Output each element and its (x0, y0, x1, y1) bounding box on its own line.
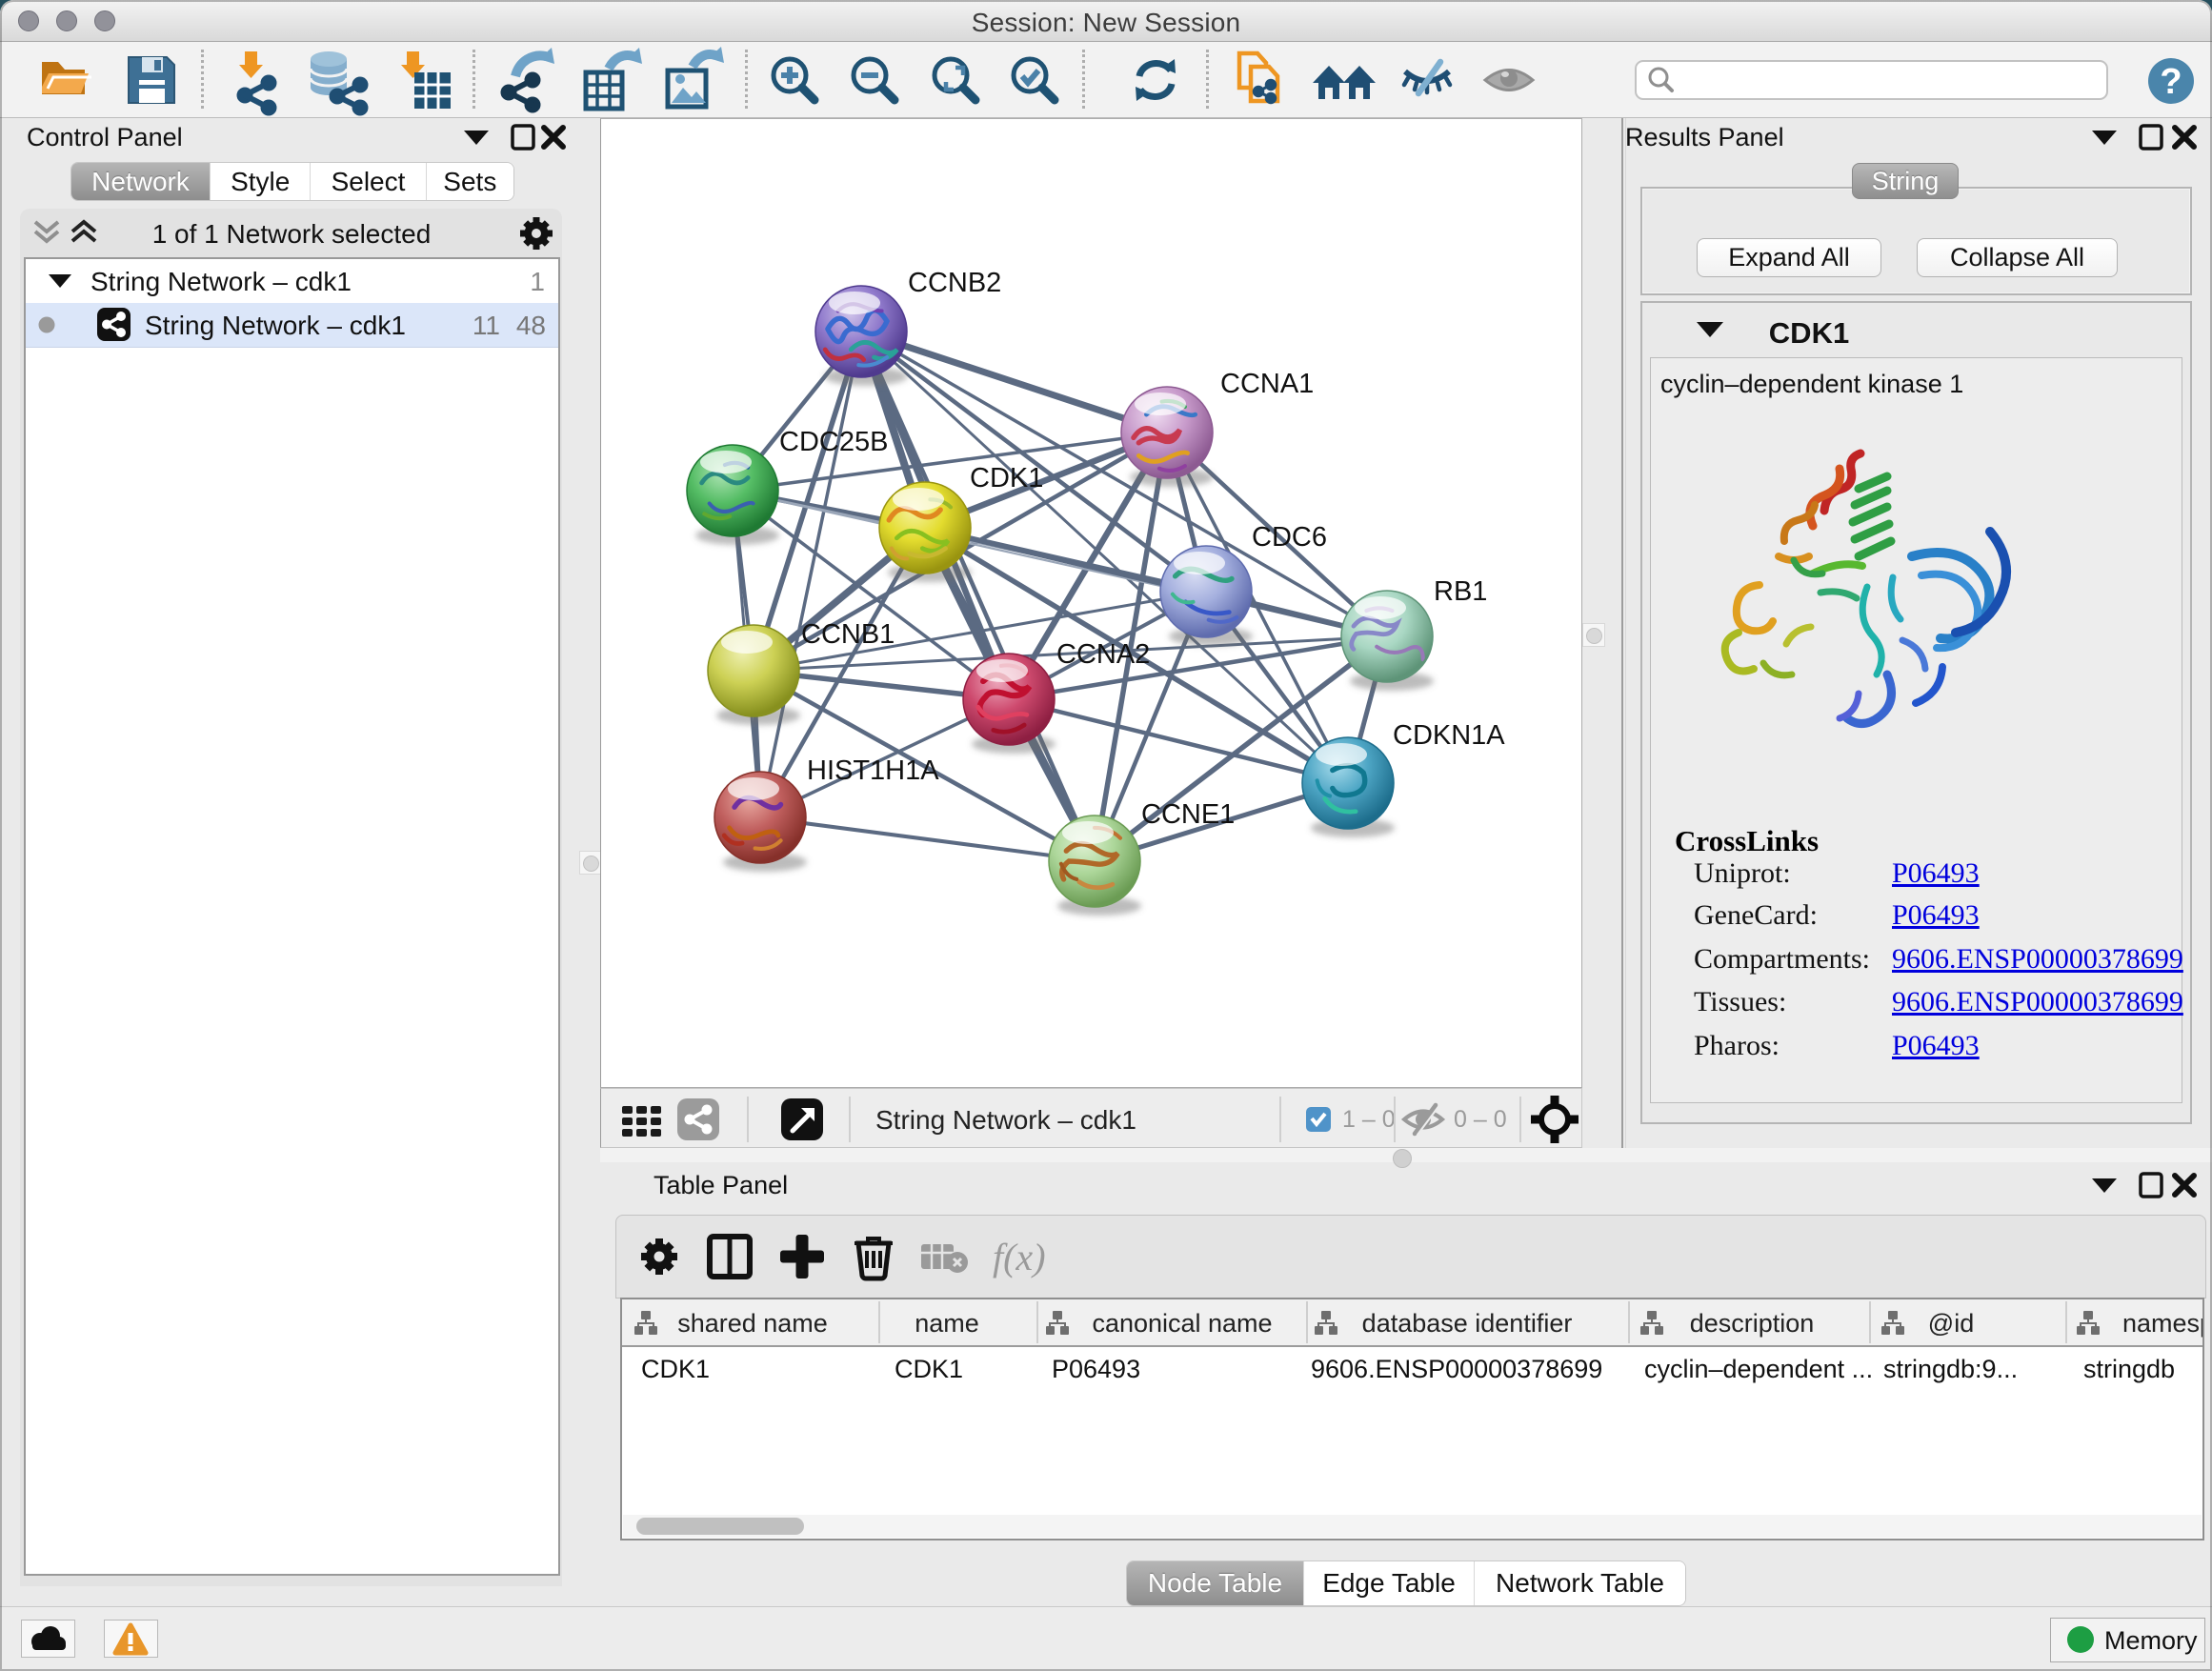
svg-text:Memory: Memory (2104, 1626, 2198, 1655)
svg-text:namespace: namespace (2122, 1309, 2202, 1338)
svg-text:1: 1 (530, 267, 545, 296)
svg-text:CDC6: CDC6 (1252, 522, 1327, 553)
svg-text:CCNA1: CCNA1 (1220, 369, 1314, 399)
svg-text:CDKN1A: CDKN1A (1393, 720, 1505, 751)
svg-text:CDK1: CDK1 (1769, 316, 1849, 350)
svg-text:0 – 0: 0 – 0 (1454, 1106, 1507, 1133)
svg-text:canonical name: canonical name (1092, 1309, 1272, 1338)
svg-text:name: name (915, 1309, 979, 1338)
svg-text:?: ? (2160, 62, 2182, 102)
svg-text:@id: @id (1928, 1309, 1974, 1338)
svg-text:description: description (1690, 1309, 1815, 1338)
svg-text:1 – 0: 1 – 0 (1342, 1106, 1396, 1133)
svg-text:shared name: shared name (677, 1309, 828, 1338)
svg-text:CCNA2: CCNA2 (1056, 639, 1150, 670)
svg-text:11: 11 (473, 311, 500, 340)
svg-text:CCNB1: CCNB1 (801, 619, 895, 650)
svg-text:String Network – cdk1: String Network – cdk1 (145, 311, 406, 340)
svg-text:1 of 1 Network selected: 1 of 1 Network selected (152, 219, 432, 249)
svg-text:CDC25B: CDC25B (779, 427, 888, 457)
svg-text:CCNE1: CCNE1 (1141, 799, 1235, 830)
svg-text:HIST1H1A: HIST1H1A (807, 755, 939, 786)
svg-text:database identifier: database identifier (1362, 1309, 1573, 1338)
svg-text:f(x): f(x) (993, 1236, 1046, 1278)
svg-text:String Network – cdk1: String Network – cdk1 (90, 267, 352, 296)
svg-text:48: 48 (516, 311, 546, 340)
svg-text:String Network – cdk1: String Network – cdk1 (875, 1105, 1136, 1135)
svg-text:CCNB2: CCNB2 (908, 268, 1001, 298)
svg-text:RB1: RB1 (1434, 576, 1487, 607)
svg-text:CDK1: CDK1 (970, 463, 1043, 493)
